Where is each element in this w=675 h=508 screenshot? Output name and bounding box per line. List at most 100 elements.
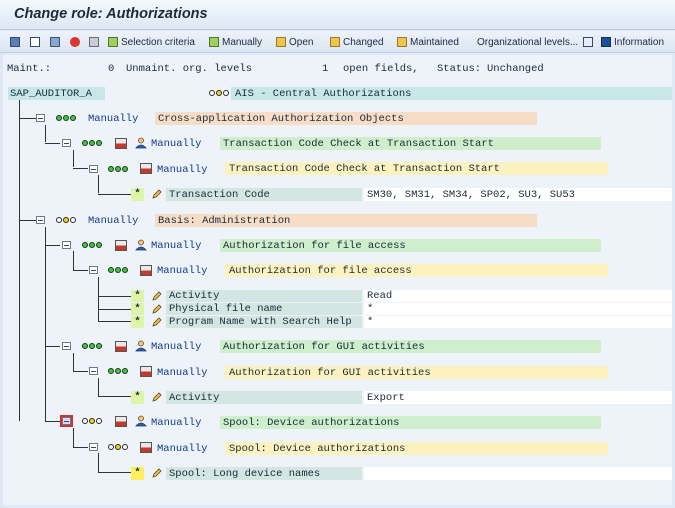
selection-criteria-button[interactable]: Selection criteria (108, 34, 195, 50)
tree-line (98, 296, 131, 297)
collapse-class-basis-icon[interactable] (36, 216, 45, 224)
tree-line (98, 378, 99, 396)
manually-label: Manually (151, 138, 202, 150)
value-physical: * (367, 303, 374, 315)
role-traffic-light-icon (209, 90, 229, 96)
role-description: AIS - Central Authorizations (235, 88, 412, 100)
object-file-title: Authorization for file access (223, 240, 406, 252)
collapse-auth-tcode-icon[interactable] (89, 165, 98, 173)
tree-line (73, 270, 88, 271)
manually-label: Manually (157, 265, 208, 277)
object-tcode-title: Transaction Code Check at Transaction St… (223, 138, 494, 150)
authorization-icon (140, 163, 152, 174)
object-spool-title: Spool: Device authorizations (223, 417, 400, 429)
collapse-object-tcode-icon[interactable] (62, 139, 71, 147)
field-physical-name: Physical file name (169, 303, 283, 315)
field-status-flag: * (131, 316, 144, 328)
tree-line (73, 428, 74, 447)
open-button[interactable]: Open (276, 34, 313, 50)
manually-label: Manually (157, 367, 208, 379)
field-status-flag: * (131, 303, 144, 315)
information-button[interactable]: Information (601, 34, 664, 50)
overview-button[interactable] (50, 34, 63, 50)
pencil-icon[interactable] (152, 392, 162, 402)
org-levels-button[interactable]: Organizational levels... (477, 34, 578, 50)
class-basis-title: Basis: Administration (158, 215, 291, 227)
table-button[interactable] (583, 34, 596, 50)
window-title: Change role: Authorizations (14, 6, 208, 22)
value-tcode: SM30, SM31, SM34, SP02, SU3, SU53 (367, 189, 575, 201)
collapse-auth-file-icon[interactable] (89, 266, 98, 274)
manually-label: Manually (157, 443, 208, 455)
value-spool-cell[interactable] (364, 467, 672, 480)
collapse-auth-spool-icon[interactable] (89, 443, 98, 451)
tree-line (19, 99, 20, 421)
value-activity-cell[interactable] (364, 290, 672, 302)
changed-button[interactable]: Changed (330, 34, 384, 50)
manually-label: Manually (157, 164, 208, 176)
field-status-flag: * (131, 391, 144, 404)
manually-button[interactable]: Manually (209, 34, 262, 50)
tree-line (19, 118, 37, 119)
tree-line (98, 309, 131, 310)
status-label: Status: (437, 63, 482, 75)
value-activity2-cell[interactable] (364, 391, 672, 404)
field-tcode-name: Transaction Code (169, 189, 270, 201)
application-toolbar: Selection criteria Manually Open Changed… (0, 31, 675, 53)
auth-tcode-title: Transaction Code Check at Transaction St… (229, 163, 500, 175)
field-activity2-name: Activity (169, 392, 220, 404)
authorization-icon (140, 366, 152, 377)
field-status-flag: * (131, 290, 144, 302)
traffic-light-icon (108, 444, 128, 450)
collapse-class-cross-app-icon[interactable] (36, 114, 45, 122)
value-physical-cell[interactable] (364, 303, 672, 315)
title-bar: Change role: Authorizations (0, 0, 675, 30)
changed-icon (330, 37, 340, 47)
pencil-icon[interactable] (152, 304, 162, 314)
pencil-icon[interactable] (152, 189, 162, 199)
stop-icon (70, 37, 80, 47)
value-program-cell[interactable] (364, 316, 672, 328)
manually-label: Manually (88, 113, 139, 125)
value-activity2: Export (367, 392, 405, 404)
add-manual-icon (209, 37, 219, 47)
tree-line (45, 125, 46, 142)
maintained-label: Maintained (410, 36, 459, 48)
pencil-icon[interactable] (152, 468, 162, 478)
tree-line (73, 251, 74, 270)
status-value: Unchanged (487, 63, 544, 75)
role-name: SAP_AUDITOR_A (10, 88, 92, 100)
tree-line (98, 472, 131, 473)
traffic-light-icon (108, 166, 128, 172)
collapse-all-button[interactable] (30, 34, 43, 50)
info-icon (601, 37, 611, 47)
tree-line (73, 150, 74, 167)
tree-line (45, 421, 60, 422)
stop-button[interactable] (70, 34, 83, 50)
class-cross-app-title: Cross-application Authorization Objects (158, 113, 404, 125)
selection-criteria-label: Selection criteria (121, 36, 195, 48)
delete-button[interactable] (89, 34, 102, 50)
manually-label: Manually (151, 341, 202, 353)
authorization-icon (140, 265, 152, 276)
expand-all-button[interactable] (10, 34, 23, 50)
information-label: Information (614, 36, 665, 48)
value-activity: Read (367, 290, 393, 302)
collapse-object-gui-icon[interactable] (62, 342, 71, 350)
pencil-icon[interactable] (152, 317, 162, 327)
collapse-object-spool-icon[interactable] (60, 415, 73, 427)
pencil-icon[interactable] (152, 291, 162, 301)
tree-line (98, 194, 131, 195)
open-fields-label: open fields, (343, 63, 419, 75)
changed-label: Changed (343, 36, 384, 48)
add-criteria-icon (108, 37, 118, 47)
tree-line (19, 220, 37, 221)
field-spool-name: Spool: Long device names (169, 468, 321, 480)
tree-line (73, 447, 88, 448)
auth-gui-title: Authorization for GUI activities (229, 367, 431, 379)
manually-label: Manually (222, 36, 263, 48)
maintained-button[interactable]: Maintained (397, 34, 459, 50)
open-label: Open (289, 36, 314, 48)
collapse-object-file-icon[interactable] (62, 241, 71, 249)
collapse-auth-gui-icon[interactable] (89, 367, 98, 375)
